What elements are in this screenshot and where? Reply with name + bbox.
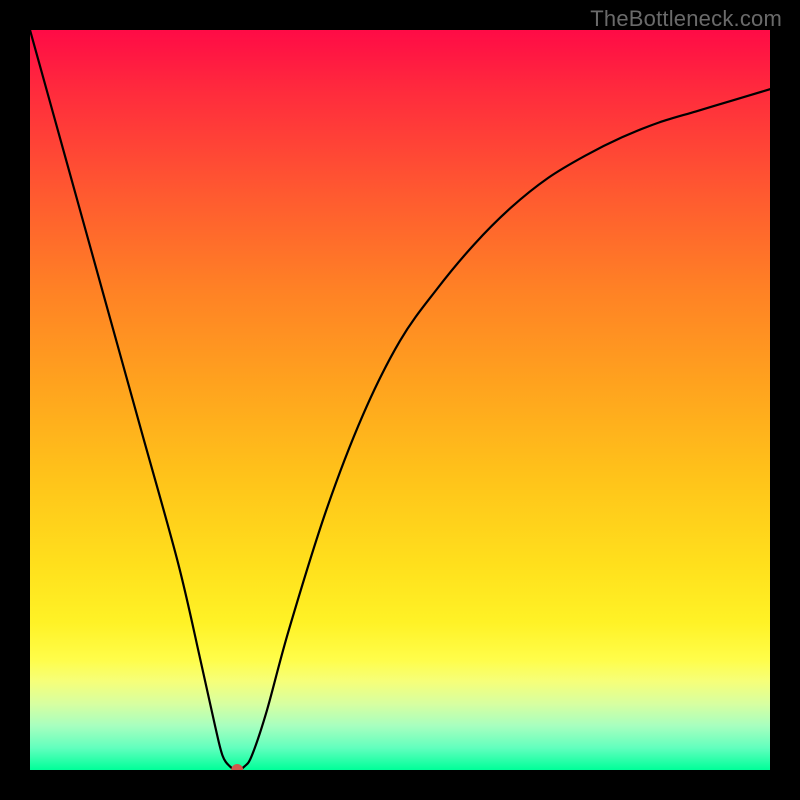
optimal-point-marker: [231, 764, 243, 770]
watermark-text: TheBottleneck.com: [590, 6, 782, 32]
curve-svg: [30, 30, 770, 770]
plot-area: [30, 30, 770, 770]
chart-frame: TheBottleneck.com: [0, 0, 800, 800]
bottleneck-curve: [30, 30, 770, 770]
